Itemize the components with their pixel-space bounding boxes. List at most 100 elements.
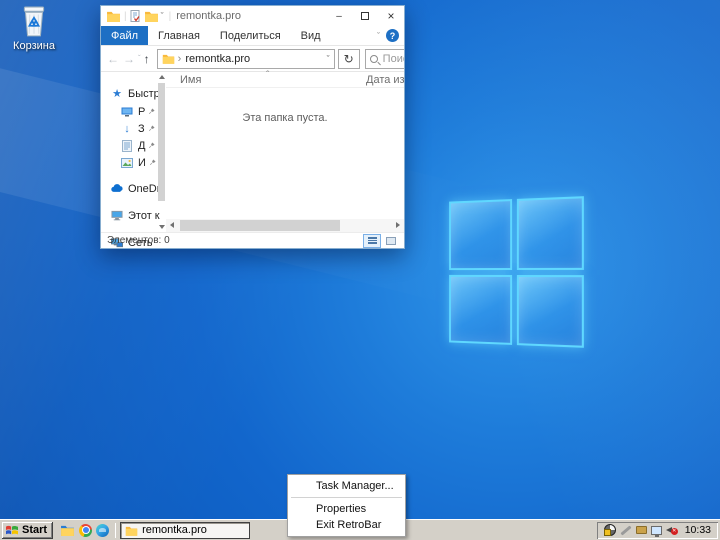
sidebar-item-quick-access[interactable]: ★ Быстр xyxy=(101,84,160,103)
windows-logo-pane xyxy=(449,199,512,270)
large-icons-view-icon xyxy=(386,236,396,245)
clock[interactable]: 10:33 xyxy=(685,524,711,536)
edge-icon[interactable] xyxy=(96,523,110,537)
windows-logo-pane xyxy=(449,274,512,345)
scroll-right-icon[interactable] xyxy=(396,222,400,228)
help-button[interactable]: ? xyxy=(386,29,399,42)
maximize-button[interactable] xyxy=(352,6,378,26)
menu-item-label: Properties xyxy=(316,503,367,515)
start-button[interactable]: Start xyxy=(2,521,54,539)
search-input[interactable]: Поиск: remontka.pro xyxy=(364,48,404,69)
taskbar-divider xyxy=(115,522,117,538)
explorer-body: ★ Быстр Р ↓ З Д И OneDr Этот к Сеть Имя … xyxy=(101,70,404,248)
qat-new-folder-icon[interactable] xyxy=(144,10,159,22)
back-button[interactable]: ← xyxy=(107,52,119,66)
ribbon-tab-strip: Файл Главная Поделиться Вид ˇ ? xyxy=(101,26,404,46)
address-box[interactable]: › remontka.pro ˇ xyxy=(156,48,335,69)
start-label: Start xyxy=(22,524,48,536)
task-button-label: remontka.pro xyxy=(142,524,207,536)
close-button[interactable]: × xyxy=(378,6,404,26)
menu-item-properties[interactable]: Properties xyxy=(289,501,404,517)
tab-file[interactable]: Файл xyxy=(101,26,149,45)
sidebar-item-pictures[interactable]: И xyxy=(101,154,157,171)
recycle-bin-desktop-icon[interactable]: Корзина xyxy=(6,6,62,52)
refresh-button[interactable]: ↻ xyxy=(337,48,360,69)
file-explorer-icon[interactable] xyxy=(60,524,75,536)
sidebar-item-label: Р xyxy=(138,105,146,118)
window-folder-icon xyxy=(107,11,120,22)
scrollbar-thumb[interactable] xyxy=(158,83,165,201)
history-dropdown-icon[interactable]: ˇ xyxy=(138,54,141,63)
column-header-name[interactable]: Имя xyxy=(180,74,201,86)
title-bar[interactable]: | ˇ | remontka.pro – × xyxy=(101,6,404,26)
system-tray: ✕ 10:33 xyxy=(597,522,718,539)
pen-input-icon[interactable] xyxy=(620,524,632,536)
back-icon: ← xyxy=(107,51,119,66)
address-folder-icon xyxy=(162,54,174,64)
volume-muted-icon[interactable]: ✕ xyxy=(665,525,678,535)
mute-badge-icon: ✕ xyxy=(670,528,678,535)
horizontal-scrollbar[interactable] xyxy=(166,219,404,232)
qat-dropdown-icon[interactable]: ˇ xyxy=(161,11,164,21)
sidebar-item-label: Этот к xyxy=(128,209,160,222)
sidebar-scrollbar[interactable] xyxy=(157,72,166,232)
tab-home[interactable]: Главная xyxy=(148,26,210,45)
sidebar-item-documents[interactable]: Д xyxy=(101,137,157,154)
tab-file-label: Файл xyxy=(111,29,139,42)
tab-share[interactable]: Поделиться xyxy=(210,26,291,45)
navigation-pane: ★ Быстр Р ↓ З Д И OneDr Этот к Сеть xyxy=(101,72,160,248)
taskbar-task-button[interactable]: remontka.pro xyxy=(120,521,251,539)
scroll-up-icon[interactable] xyxy=(158,75,165,79)
breadcrumb-separator-icon: › xyxy=(177,52,182,65)
scrollbar-thumb[interactable] xyxy=(180,220,340,231)
quick-access-star-icon: ★ xyxy=(112,88,122,100)
forward-button[interactable]: → xyxy=(123,52,135,66)
menu-separator xyxy=(291,497,402,498)
folder-icon xyxy=(125,526,138,536)
quick-launch xyxy=(60,523,110,537)
status-bar: Элементов: 0 xyxy=(101,232,404,248)
scroll-left-icon[interactable] xyxy=(170,222,174,228)
network-status-icon[interactable] xyxy=(650,525,662,537)
sidebar-item-desktop[interactable]: Р xyxy=(101,103,157,120)
minimize-button[interactable]: – xyxy=(326,6,352,26)
pin-icon xyxy=(148,125,155,131)
scroll-down-icon[interactable] xyxy=(158,225,165,229)
search-icon xyxy=(369,54,378,63)
folder-contents[interactable]: Эта папка пуста. xyxy=(166,88,404,219)
minimize-icon: – xyxy=(336,10,342,22)
windows-logo-pane xyxy=(516,196,584,270)
documents-icon xyxy=(121,139,133,152)
security-warning-icon[interactable] xyxy=(603,524,616,536)
qat-properties-icon[interactable] xyxy=(130,10,141,22)
breadcrumb[interactable]: remontka.pro xyxy=(185,53,326,65)
details-view-button[interactable] xyxy=(363,233,381,248)
ribbon-collapse-icon[interactable]: ˇ xyxy=(377,31,380,41)
sort-ascending-icon[interactable]: ˆ xyxy=(266,70,269,81)
menu-item-exit-retrobar[interactable]: Exit RetroBar xyxy=(289,517,404,533)
downloads-icon: ↓ xyxy=(124,122,130,135)
sidebar-item-downloads[interactable]: ↓ З xyxy=(101,120,157,137)
sidebar-item-label: Быстр xyxy=(128,87,160,100)
sidebar-item-onedrive[interactable]: OneDr xyxy=(101,179,160,198)
tab-share-label: Поделиться xyxy=(219,29,281,42)
pin-icon xyxy=(149,159,156,165)
explorer-window: | ˇ | remontka.pro – × Файл Главная Поде… xyxy=(100,5,405,249)
items-count: Элементов: 0 xyxy=(107,235,170,246)
chrome-icon[interactable] xyxy=(79,523,93,537)
sidebar-item-this-pc[interactable]: Этот к xyxy=(101,206,160,225)
tab-view[interactable]: Вид xyxy=(291,26,331,45)
this-pc-icon xyxy=(111,210,123,222)
menu-item-task-manager[interactable]: Task Manager... xyxy=(289,478,404,494)
search-placeholder: Поиск: remontka.pro xyxy=(382,52,404,65)
large-icons-view-button[interactable] xyxy=(382,234,400,248)
column-header-date-modified[interactable]: Дата изме xyxy=(366,74,404,86)
details-view-icon xyxy=(367,237,377,244)
onedrive-icon xyxy=(111,183,123,195)
up-button[interactable]: ↑ xyxy=(144,52,150,66)
close-icon: × xyxy=(387,9,395,23)
removable-hardware-icon[interactable] xyxy=(635,526,647,534)
desktop-icon xyxy=(121,106,133,118)
address-dropdown-icon[interactable]: ˇ xyxy=(327,54,330,64)
